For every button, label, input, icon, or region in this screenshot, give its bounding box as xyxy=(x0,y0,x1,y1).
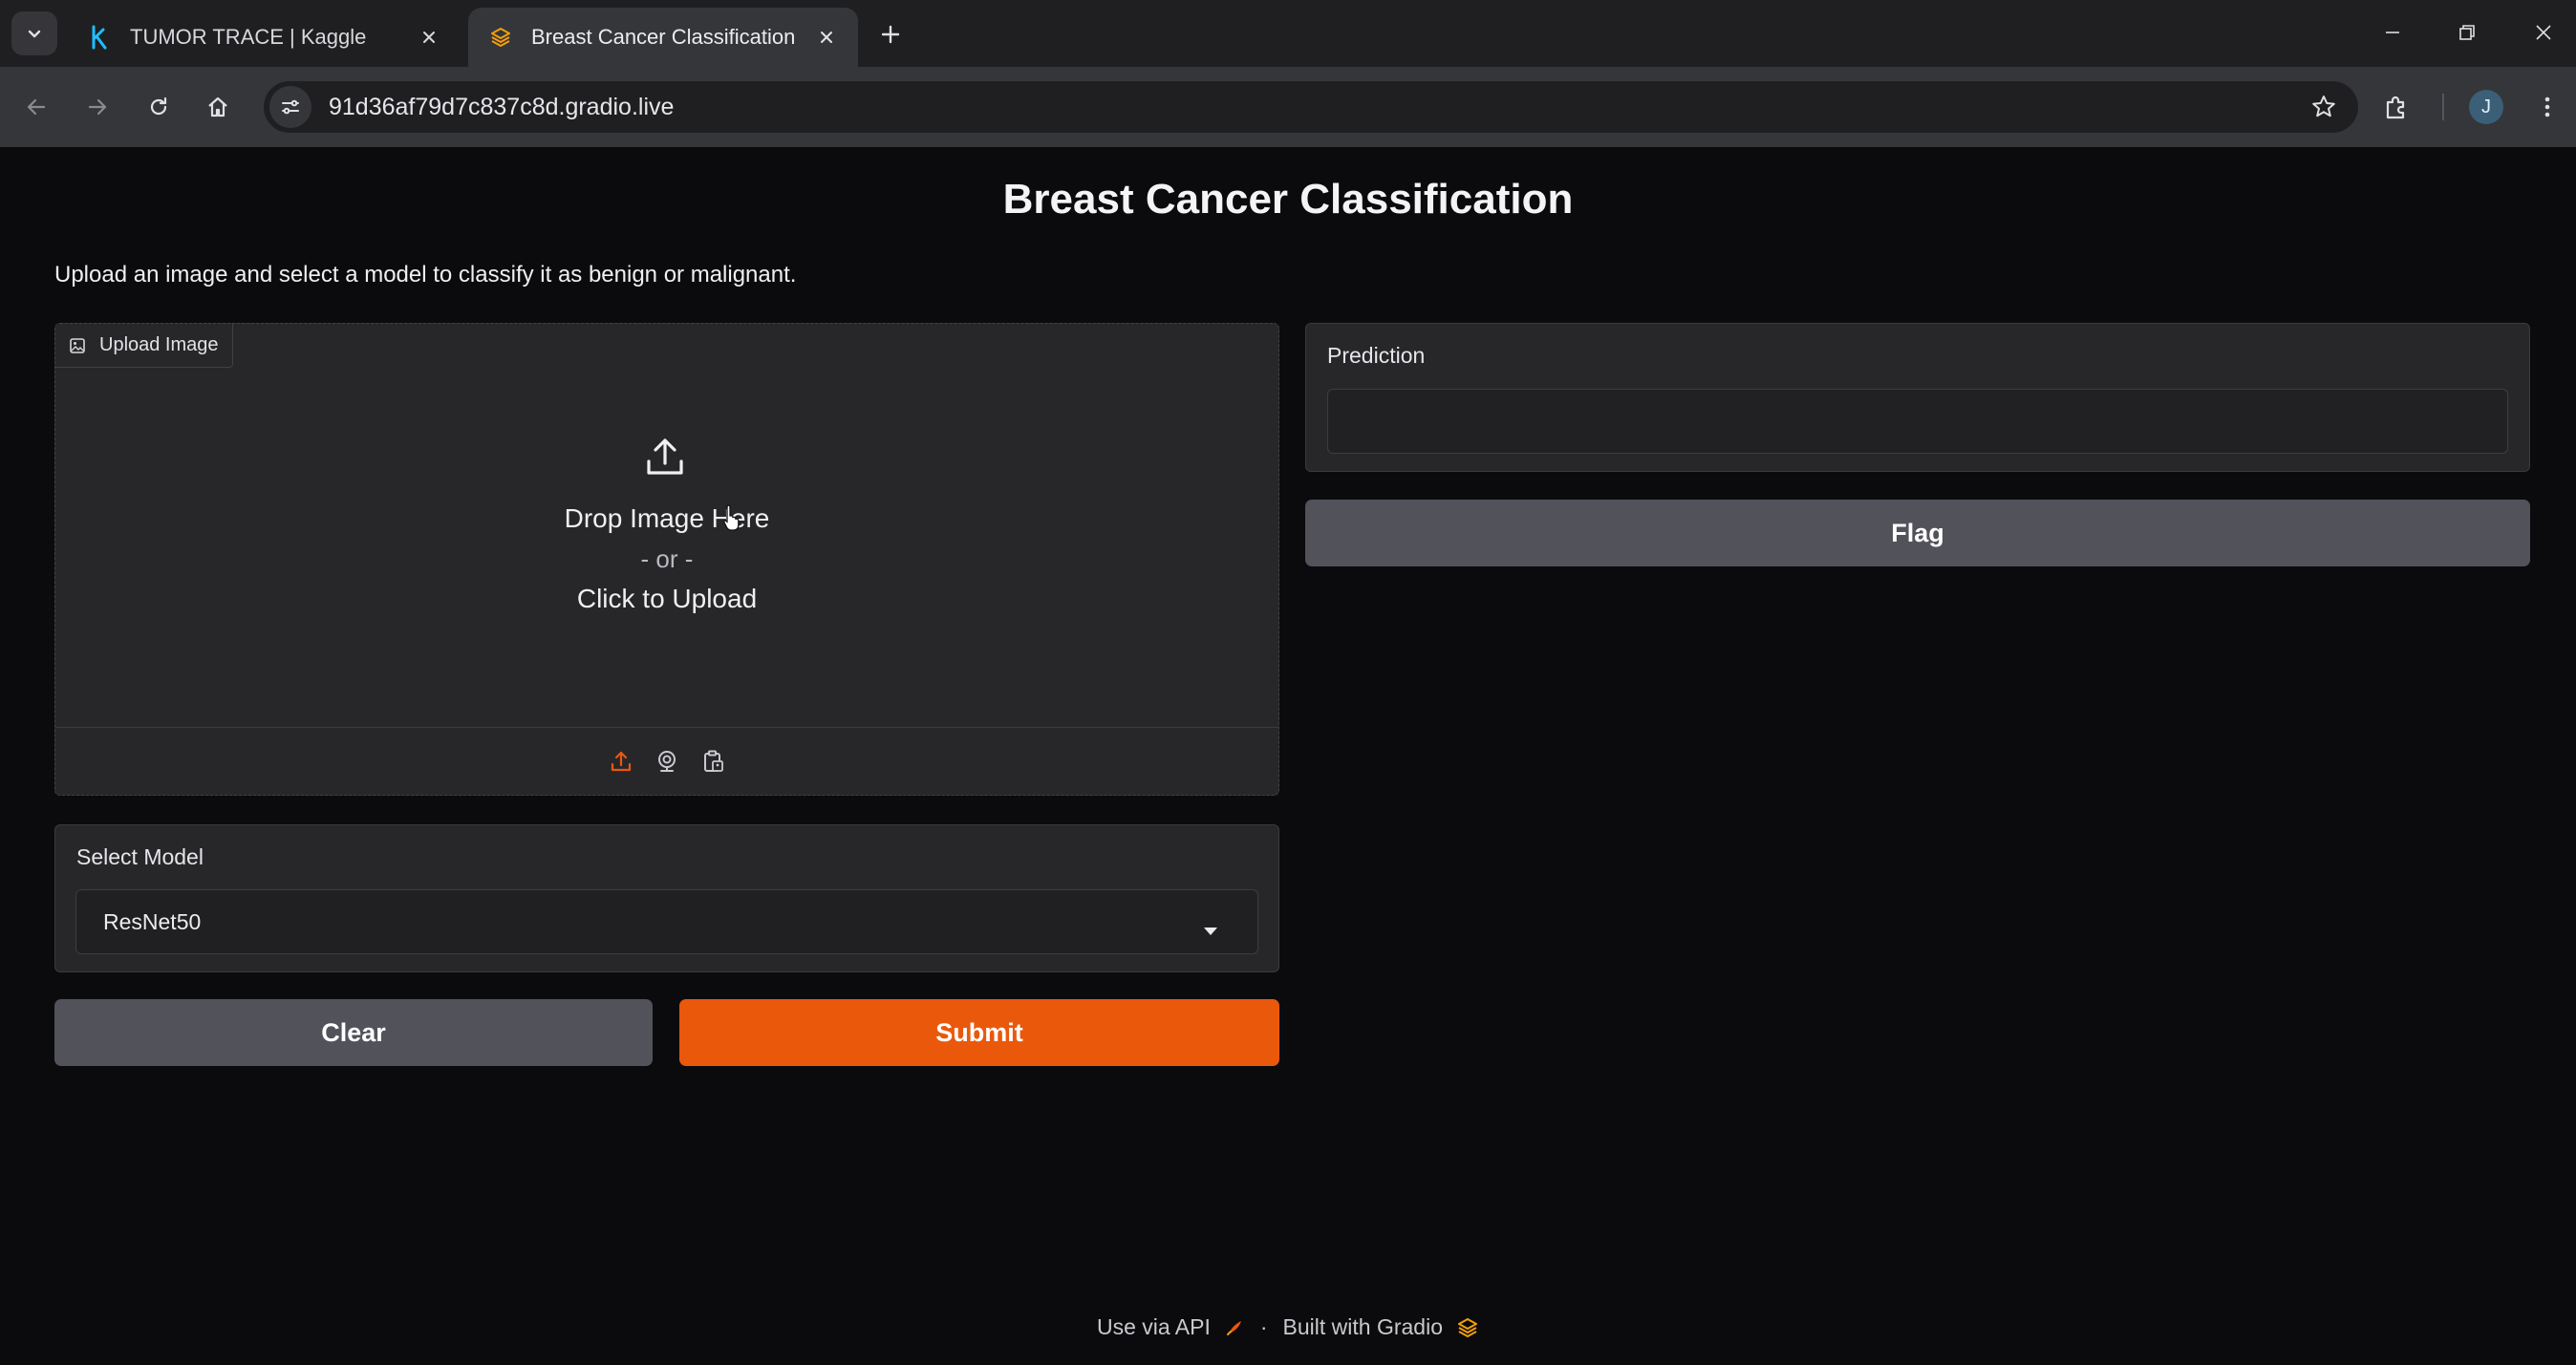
tab-kaggle[interactable]: TUMOR TRACE | Kaggle xyxy=(67,8,461,67)
model-dropdown[interactable]: ResNet50 xyxy=(75,889,1258,954)
forward-button[interactable] xyxy=(75,84,120,130)
submit-button[interactable]: Submit xyxy=(679,999,1279,1066)
gradio-icon xyxy=(487,27,514,48)
upload-image-label-text: Upload Image xyxy=(99,334,219,355)
prediction-output[interactable] xyxy=(1327,389,2508,454)
kaggle-k-icon xyxy=(86,25,113,50)
mouse-pointer-icon xyxy=(721,503,742,537)
select-model-label: Select Model xyxy=(76,844,204,869)
image-icon xyxy=(69,337,86,354)
site-info-icon[interactable] xyxy=(269,86,311,128)
tab-title: Breast Cancer Classification xyxy=(531,25,796,49)
close-tab-icon[interactable] xyxy=(417,25,441,50)
close-icon xyxy=(2536,25,2551,40)
upload-arrow-icon xyxy=(643,435,687,483)
close-window-button[interactable] xyxy=(2515,8,2572,57)
plus-icon xyxy=(881,25,900,44)
browser-menu-button[interactable] xyxy=(2524,84,2570,130)
kebab-menu-icon xyxy=(2544,96,2550,117)
footer-separator: · xyxy=(1259,1314,1268,1339)
image-dropzone[interactable]: Drop Image Here - or - Click to Upload xyxy=(55,368,1278,727)
back-button[interactable] xyxy=(13,84,59,130)
gradio-footer: Use via API · Built with Gradio xyxy=(0,1314,2576,1340)
restore-icon xyxy=(2459,25,2475,40)
url-text[interactable]: 91d36af79d7c837c8d.gradio.live xyxy=(329,94,2303,121)
reload-button[interactable] xyxy=(136,84,182,130)
restore-button[interactable] xyxy=(2438,8,2496,57)
upload-image-label: Upload Image xyxy=(55,324,233,368)
toolbar-divider xyxy=(2442,94,2444,120)
model-dropdown-value: ResNet50 xyxy=(103,908,202,934)
upload-icon[interactable] xyxy=(607,747,635,776)
clear-button[interactable]: Clear xyxy=(54,999,653,1066)
new-tab-button[interactable] xyxy=(871,15,910,53)
built-with-gradio-link[interactable]: Built with Gradio xyxy=(1283,1314,1443,1340)
puzzle-icon xyxy=(2386,96,2405,119)
webcam-icon[interactable] xyxy=(653,747,681,776)
extensions-button[interactable] xyxy=(2373,84,2419,130)
clipboard-icon[interactable] xyxy=(698,747,727,776)
browser-tab-bar: TUMOR TRACE | Kaggle Breast Cancer Class… xyxy=(0,0,2576,67)
prediction-panel: Prediction xyxy=(1305,323,2530,472)
bookmark-star-icon[interactable] xyxy=(2303,86,2345,128)
home-icon xyxy=(208,96,227,117)
tab-title: TUMOR TRACE | Kaggle xyxy=(130,25,367,49)
or-divider-text: - or - xyxy=(640,544,694,573)
chevron-down-icon xyxy=(28,30,41,38)
reload-icon xyxy=(150,96,167,116)
gradio-logo-icon xyxy=(1456,1317,1479,1338)
arrow-right-icon xyxy=(88,98,107,116)
caret-down-icon xyxy=(1202,917,1219,943)
tab-breast-cancer-classification[interactable]: Breast Cancer Classification xyxy=(468,8,858,67)
use-via-api-link[interactable]: Use via API xyxy=(1097,1314,1211,1340)
home-button[interactable] xyxy=(195,84,241,130)
close-tab-icon[interactable] xyxy=(814,25,839,50)
minimize-button[interactable] xyxy=(2364,8,2421,57)
tab-search-button[interactable] xyxy=(11,11,57,55)
rocket-icon xyxy=(1224,1317,1245,1338)
arrow-left-icon xyxy=(27,98,46,116)
gradio-app: Breast Cancer Classification Upload an i… xyxy=(0,147,2576,1365)
prediction-label: Prediction xyxy=(1327,343,1426,368)
minimize-icon xyxy=(2386,32,2399,33)
page-title: Breast Cancer Classification xyxy=(1002,176,1574,223)
page-description: Upload an image and select a model to cl… xyxy=(54,262,797,288)
address-bar[interactable]: 91d36af79d7c837c8d.gradio.live xyxy=(264,81,2358,133)
profile-avatar[interactable]: J xyxy=(2469,90,2503,124)
browser-toolbar: 91d36af79d7c837c8d.gradio.live J xyxy=(0,67,2576,147)
model-select-panel: Select Model ResNet50 xyxy=(54,824,1279,972)
image-upload-panel: Upload Image Drop Image Here - or - Clic… xyxy=(54,323,1279,796)
upload-source-bar xyxy=(55,727,1278,795)
flag-button[interactable]: Flag xyxy=(1305,500,2530,566)
click-to-upload-text: Click to Upload xyxy=(576,584,758,613)
